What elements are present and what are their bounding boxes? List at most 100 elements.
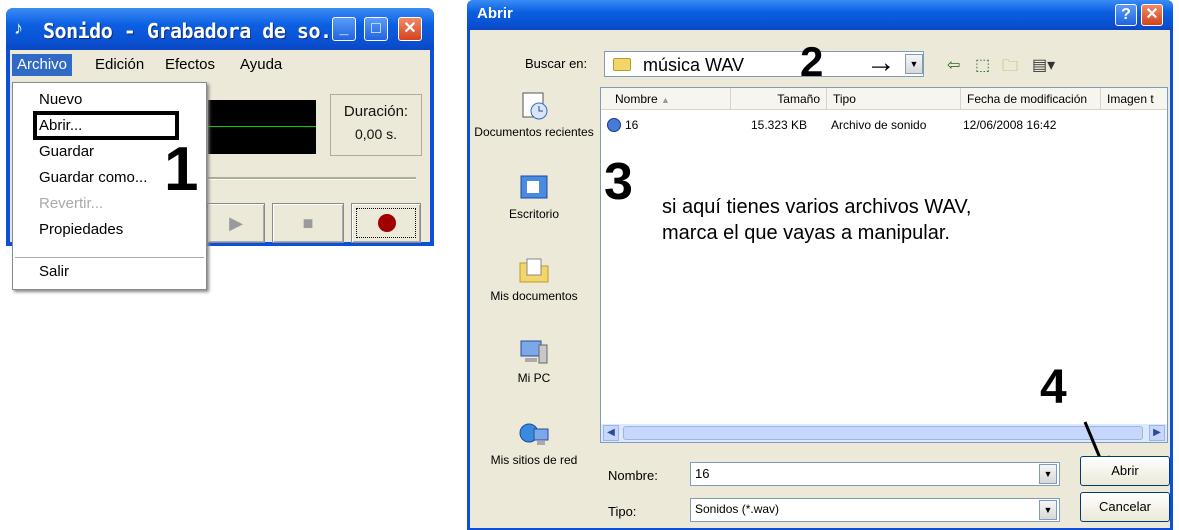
dialog-title-bar[interactable]: Abrir ? ✕ [467,0,1173,30]
annotation-arrow-2: → [866,46,896,79]
column-header-image[interactable]: Imagen t [1101,88,1167,110]
menu-separator [15,257,204,258]
waveform-display [208,100,316,154]
close-icon: ✕ [1145,6,1159,23]
menu-edicion[interactable]: Edición [90,54,149,76]
place-label: Mis documentos [490,289,578,303]
scroll-right-icon[interactable]: ▶ [1149,425,1165,441]
filetype-dropdown-arrow[interactable]: ▼ [1039,500,1057,520]
chevron-down-icon: ▼ [1043,505,1053,515]
close-icon: ✕ [403,20,417,37]
recorder-app-icon: ♪ [14,18,23,38]
menu-item-revertir: Revertir... [39,195,104,212]
scrollbar-thumb[interactable] [623,426,1143,440]
stop-icon: ■ [302,213,314,233]
scroll-left-icon[interactable]: ◀ [603,425,619,441]
menu-item-nuevo[interactable]: Nuevo [39,91,82,108]
place-label: Mi PC [517,371,551,385]
look-in-dropdown-arrow[interactable]: ▼ [905,54,923,74]
my-computer-icon [520,340,548,364]
record-icon [378,214,396,232]
annotation-4: 4 [1040,361,1067,414]
place-my-documents[interactable]: Mis documentos [472,255,596,303]
maximize-button[interactable]: □ [364,17,388,41]
look-in-value: música WAV [643,55,745,75]
instruction-text: si aquí tienes varios archivos WAV, marc… [662,194,971,246]
filename-label: Nombre: [608,468,658,483]
up-folder-icon[interactable]: ⬚ [975,55,990,75]
file-list[interactable]: Nombre ▲ Tamaño Tipo Fecha de modificaci… [600,87,1168,443]
filename-dropdown-arrow[interactable]: ▼ [1039,464,1057,484]
instruction-line-2: marca el que vayas a manipular. [662,222,950,244]
menu-efectos[interactable]: Efectos [160,54,220,76]
duration-label: Duración: [343,103,409,120]
places-bar: Documentos recientes Escritorio Mis docu… [472,85,596,505]
abrir-highlight-box [33,111,179,140]
desktop-icon [520,175,548,199]
file-date: 12/06/2008 16:42 [963,118,1057,132]
dialog-title: Abrir [477,5,513,22]
help-button[interactable]: ? [1115,4,1137,26]
open-dialog: Abrir ? ✕ Buscar en: música WAV ▼ 2 → ⇦ … [467,0,1173,530]
menu-item-guardar-como[interactable]: Guardar como... [39,169,147,186]
file-type: Archivo de sonido [831,118,927,132]
network-places-icon [519,423,549,445]
column-header-name[interactable]: Nombre ▲ [601,88,731,110]
column-header-type[interactable]: Tipo [827,88,961,110]
recorder-title: Sonido - Grabadora de so... [43,19,355,43]
my-documents-icon [519,258,549,283]
place-desktop[interactable]: Escritorio [472,173,596,221]
position-slider[interactable] [208,177,416,180]
instruction-line-1: si aquí tienes varios archivos WAV, [662,196,972,218]
duration-panel: Duración: 0,00 s. [330,94,422,156]
annotation-3: 3 [604,153,633,211]
place-label: Escritorio [508,207,559,221]
sound-file-icon [607,118,621,132]
place-my-computer[interactable]: Mi PC [472,337,596,385]
column-header-date[interactable]: Fecha de modificación [961,88,1101,110]
file-name: 16 [625,118,639,132]
place-label: Mis sitios de red [490,453,578,467]
cancel-button[interactable]: Cancelar [1080,492,1170,522]
close-button[interactable]: ✕ [398,17,422,41]
menu-item-salir[interactable]: Salir [39,263,69,280]
menu-item-propiedades[interactable]: Propiedades [39,221,123,238]
annotation-1: 1 [164,135,199,204]
column-header-label: Nombre [615,92,658,106]
minimize-button[interactable]: _ [332,17,356,41]
menu-archivo[interactable]: Archivo [12,54,73,76]
filetype-select[interactable]: Sonidos (*.wav) ▼ [690,498,1060,522]
stop-button[interactable]: ■ [272,203,344,243]
filetype-label: Tipo: [608,504,637,519]
play-button[interactable]: ▶ [207,203,265,243]
dialog-body: Buscar en: música WAV ▼ 2 → ⇦ ⬚ 🗀 ▤▾ Doc… [470,30,1170,528]
folder-icon [613,58,631,71]
recorder-menubar: Archivo Edición Efectos Ayuda [10,50,430,78]
dialog-close-button[interactable]: ✕ [1141,4,1163,26]
annotation-2: 2 [800,38,824,85]
back-icon[interactable]: ⇦ [947,55,960,75]
play-icon: ▶ [229,213,243,233]
view-menu-icon[interactable]: ▤▾ [1032,55,1055,75]
menu-item-guardar[interactable]: Guardar [39,143,94,160]
filename-value: 16 [695,466,710,481]
chevron-down-icon: ▼ [909,59,919,69]
place-network[interactable]: Mis sitios de red [472,419,596,467]
recorder-title-bar[interactable]: ♪ Sonido - Grabadora de so... _ □ ✕ [6,8,434,50]
file-size: 15.323 KB [751,118,808,132]
chevron-down-icon: ▼ [1043,469,1053,479]
menu-ayuda[interactable]: Ayuda [235,54,287,76]
sort-ascending-icon: ▲ [661,95,670,105]
waveform-line [208,126,316,127]
look-in-label: Buscar en: [525,56,588,71]
filename-input[interactable]: 16 ▼ [690,462,1060,486]
minimize-icon: _ [339,20,349,37]
maximize-icon: □ [371,20,381,37]
duration-value: 0,00 s. [354,126,398,142]
column-header-size[interactable]: Tamaño [731,88,827,110]
new-folder-icon[interactable]: 🗀 [1002,55,1018,82]
filetype-value: Sonidos (*.wav) [695,502,780,516]
record-button[interactable] [351,203,421,243]
place-recent[interactable]: Documentos recientes [472,91,596,139]
open-button[interactable]: Abrir [1080,456,1170,486]
